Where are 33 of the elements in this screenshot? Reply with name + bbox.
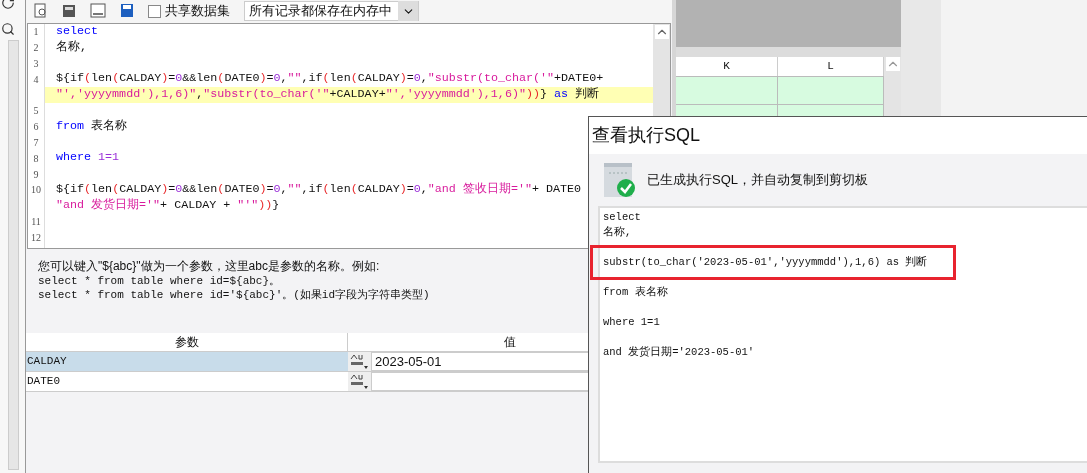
status-message: 已生成执行SQL，并自动复制到剪切板: [647, 171, 868, 190]
code-line: 名称,: [56, 39, 87, 56]
sql-line: select: [603, 210, 641, 225]
example-code: select * from table where id=${abc}。: [38, 273, 281, 288]
line-number: 9: [33, 167, 39, 182]
code-line: ${if(len(CALDAY)=0&&len(DATE0)=0,"",if(len(CALDAY)=0,"substr(to_char('"+DATE0+: [56, 71, 604, 87]
line-number: 3: [33, 57, 39, 71]
line-number: 8: [33, 151, 39, 166]
help-text: 您可以键入"${abc}"做为一个参数，这里abc是参数的名称。例如:: [38, 259, 380, 274]
line-number: 1: [33, 25, 39, 40]
code-line: where 1=1: [56, 150, 120, 167]
sql-line: from 表名称: [603, 285, 668, 300]
parameter-name: DATE0: [27, 374, 60, 390]
sql-line: where 1=1: [603, 315, 660, 330]
share-dataset-label: 共享数据集: [165, 2, 230, 21]
code-line: "','yyyymmdd'),1,6)","substr(to_char('"+CALDAY+"','yyyymmdd'),1,6)"))} as 判断: [56, 87, 600, 103]
code-line: from 表名称: [56, 118, 128, 135]
example-code: select * from table where id='${abc}'。(如果id字段为字符串类型): [38, 288, 430, 303]
line-number: 10: [31, 183, 41, 198]
code-line: ${if(len(CALDAY)=0&&len(DATE0)=0,"",if(len(CALDAY)=0,"and 签收日期='"+ DATE0: [56, 181, 582, 198]
line-number: 4: [33, 72, 39, 87]
parameter-name: CALDAY: [27, 354, 67, 370]
line-number: 12: [31, 230, 41, 245]
code-line: "and 发货日期='"+ CALDAY + "'"))}: [56, 197, 280, 214]
sql-line: substr(to_char('2023-05-01','yyyymmdd'),1,6) as 判断: [603, 255, 928, 270]
line-number: 5: [33, 104, 39, 119]
dialog-title: 查看执行SQL: [592, 124, 701, 147]
line-number: 2: [33, 41, 39, 56]
line-number: 7: [33, 135, 39, 150]
sql-line: 名称,: [603, 225, 632, 240]
line-number: 11: [31, 214, 41, 229]
line-number: 6: [33, 120, 39, 135]
code-line: select: [56, 24, 99, 40]
